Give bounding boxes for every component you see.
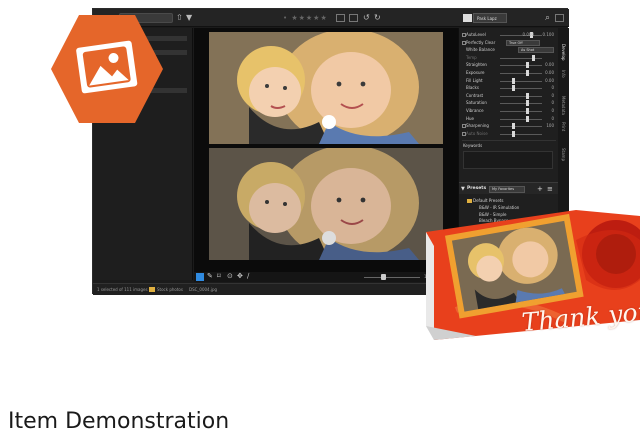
adjust-slider-knob[interactable]	[526, 100, 529, 107]
adjust-slider-knob[interactable]	[526, 108, 529, 114]
zoom-slider[interactable]	[364, 277, 420, 278]
brush-icon[interactable]: ✎	[207, 271, 213, 282]
image-viewer[interactable]	[194, 28, 458, 272]
adjust-slider-knob[interactable]	[512, 85, 515, 92]
adjust-slider[interactable]	[500, 111, 542, 112]
share-icon[interactable]: ⇧	[176, 12, 183, 24]
viewer-toolbar: ✎ ⌑ ⊙ ✥ ∕ 100	[194, 272, 458, 282]
folder-name: Stock photos	[157, 287, 183, 292]
rotate-left-icon[interactable]: ↺	[363, 12, 370, 24]
line-icon[interactable]: ∕	[247, 271, 249, 282]
adjust-slider[interactable]	[500, 95, 542, 97]
redeye-icon[interactable]: ⊙	[227, 271, 233, 282]
search-icon[interactable]: ⌕	[545, 12, 550, 24]
adjust-dropdown[interactable]: As Shot	[518, 47, 554, 54]
adjust-slider-knob[interactable]	[512, 77, 515, 84]
adjust-slider-knob[interactable]	[526, 70, 529, 76]
rotate-right-icon[interactable]: ↻	[374, 12, 381, 24]
adjust-slider[interactable]	[500, 126, 542, 128]
adjust-slider[interactable]	[500, 35, 542, 36]
rating-stars[interactable]: • ★★★★★	[283, 12, 328, 24]
folder-icon	[467, 199, 472, 203]
add-preset-icon[interactable]: +	[537, 184, 543, 194]
select-tool-icon[interactable]	[196, 273, 204, 281]
adjust-slider[interactable]	[500, 73, 542, 74]
adjust-slider[interactable]	[500, 65, 542, 67]
caption: Item Demonstration	[8, 409, 230, 434]
adjust-row[interactable]: Auto Noise	[462, 130, 556, 138]
adjust-slider[interactable]	[500, 57, 542, 59]
divider	[462, 140, 556, 141]
preset-item[interactable]: Default Presets	[473, 198, 503, 204]
preset-dropdown[interactable]: Pask Lapz	[473, 13, 507, 23]
adjust-slider-knob[interactable]	[526, 115, 529, 122]
side-tab[interactable]: Info	[560, 70, 567, 78]
adjust-slider[interactable]	[500, 80, 542, 82]
adjust-slider-knob[interactable]	[526, 92, 529, 99]
zoom-slider-knob[interactable]	[381, 274, 386, 280]
fullscreen-icon[interactable]	[555, 14, 564, 22]
adjust-dropdown[interactable]: True Off	[506, 39, 540, 46]
crop-icon[interactable]: ⌑	[217, 271, 221, 282]
adjust-slider[interactable]	[500, 118, 542, 120]
presets-header: ▼ Presets My Favorites + ≡	[459, 182, 559, 194]
adjust-slider-knob[interactable]	[532, 54, 535, 61]
side-tab[interactable]: Stamp	[560, 148, 567, 161]
file-name: DSC_0004.jpg	[189, 287, 218, 292]
filter-icon[interactable]: ▼	[186, 12, 192, 24]
preset-menu-icon[interactable]: ≡	[547, 184, 553, 194]
adjust-slider-knob[interactable]	[512, 123, 515, 130]
heal-icon[interactable]: ✥	[237, 271, 243, 282]
side-tab[interactable]: Print	[560, 122, 567, 131]
adjust-slider[interactable]	[500, 88, 542, 90]
photo-app-badge	[51, 15, 163, 123]
keywords-label: Keywords	[463, 143, 483, 148]
label-icon[interactable]	[349, 14, 358, 22]
keywords-field[interactable]	[463, 151, 553, 169]
preset-icon	[463, 14, 472, 22]
folder-icon	[149, 287, 155, 292]
selection-count: 1 selected of 111 images	[97, 287, 148, 292]
side-tab[interactable]: Develop	[560, 44, 567, 60]
adjust-slider[interactable]	[500, 103, 542, 105]
adjust-slider[interactable]	[500, 133, 542, 135]
adjust-slider-knob[interactable]	[512, 130, 515, 137]
photo-after	[209, 32, 443, 144]
product-image: ⇧ ▼ • ★★★★★ ↺ ↻ Pask Lapz ⌕ ✎ ⌑ ⊙ ✥ ∕ 1 …	[0, 0, 640, 435]
presets-title: Presets	[467, 186, 487, 191]
side-tab[interactable]: Metadata	[560, 96, 567, 115]
presets-dropdown[interactable]: My Favorites	[489, 186, 525, 193]
adjust-label: Auto Noise	[466, 130, 488, 136]
adjust-slider-knob[interactable]	[526, 62, 529, 69]
photo-before	[209, 148, 443, 260]
collapse-icon[interactable]: ▼	[461, 184, 465, 194]
flag-icon[interactable]	[336, 14, 345, 22]
